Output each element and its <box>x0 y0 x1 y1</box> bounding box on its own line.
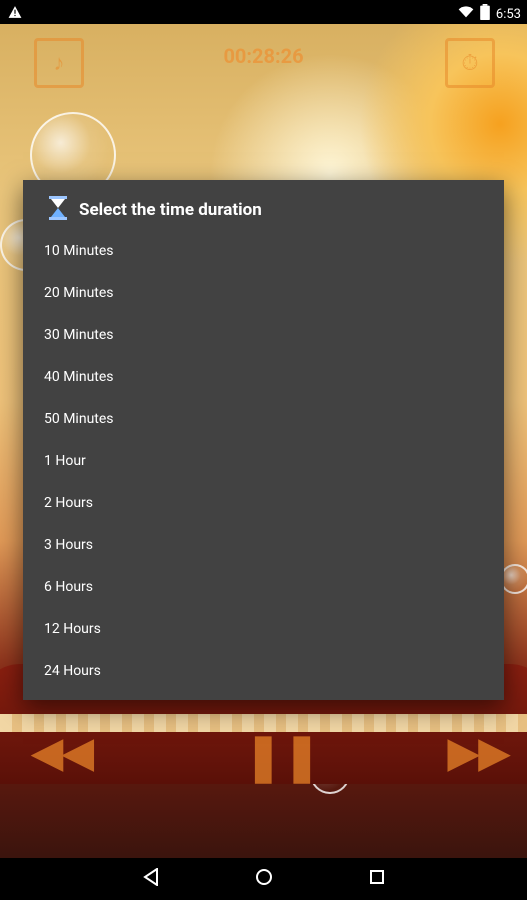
timer-button[interactable]: ⏱ <box>445 38 495 88</box>
option-3-hours[interactable]: 3 Hours <box>44 525 484 565</box>
option-40-minutes[interactable]: 40 Minutes <box>44 357 484 397</box>
warning-icon <box>8 5 22 23</box>
rewind-button[interactable]: ◀◀ <box>32 729 94 776</box>
back-icon <box>143 867 159 890</box>
timer-icon: ⏱ <box>461 50 479 76</box>
bubble-decoration <box>500 564 527 594</box>
rewind-icon: ◀◀ <box>32 729 94 776</box>
pause-button[interactable]: ❚❚ <box>244 729 321 784</box>
home-button[interactable] <box>253 868 275 890</box>
duration-dialog: Select the time duration 10 Minutes 20 M… <box>23 180 504 700</box>
recents-icon <box>369 869 385 889</box>
status-time: 6:53 <box>495 6 521 22</box>
back-button[interactable] <box>140 867 162 890</box>
dialog-header: Select the time duration <box>47 196 262 224</box>
option-10-minutes[interactable]: 10 Minutes <box>44 231 484 271</box>
option-20-minutes[interactable]: 20 Minutes <box>44 273 484 313</box>
option-30-minutes[interactable]: 30 Minutes <box>44 315 484 355</box>
battery-icon <box>480 4 490 24</box>
navigation-bar <box>0 858 527 900</box>
forward-button[interactable]: ▶▶ <box>448 729 510 776</box>
pause-icon: ❚❚ <box>244 730 322 784</box>
option-50-minutes[interactable]: 50 Minutes <box>44 399 484 439</box>
hourglass-icon <box>47 196 69 224</box>
option-6-hours[interactable]: 6 Hours <box>44 567 484 607</box>
status-bar: 6:53 <box>0 0 527 24</box>
home-icon <box>255 868 273 890</box>
option-24-hours[interactable]: 24 Hours <box>44 651 484 691</box>
forward-icon: ▶▶ <box>448 729 510 776</box>
wifi-icon <box>458 5 474 23</box>
recents-button[interactable] <box>366 868 388 890</box>
option-12-hours[interactable]: 12 Hours <box>44 609 484 649</box>
option-1-hour[interactable]: 1 Hour <box>44 441 484 481</box>
option-2-hours[interactable]: 2 Hours <box>44 483 484 523</box>
dialog-title: Select the time duration <box>79 200 262 220</box>
